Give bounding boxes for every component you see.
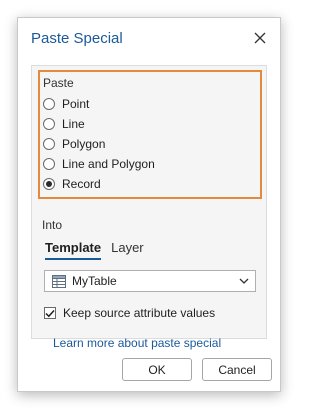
- paste-label: Paste: [43, 76, 74, 90]
- radio-label-line-and-polygon: Line and Polygon: [62, 157, 155, 171]
- radio-label-line: Line: [62, 117, 85, 131]
- radio-button-selected[interactable]: [43, 178, 55, 190]
- keep-attributes-option[interactable]: Keep source attribute values: [44, 306, 215, 320]
- dialog-title: Paste Special: [31, 30, 123, 47]
- keep-attributes-label: Keep source attribute values: [63, 306, 216, 320]
- radio-polygon[interactable]: Polygon: [43, 136, 105, 152]
- radio-button[interactable]: [43, 138, 55, 150]
- dialog-body: Paste Point Line Polygon Line and Polygo…: [31, 65, 267, 350]
- chevron-down-icon: [239, 278, 249, 284]
- table-icon: [52, 274, 66, 288]
- radio-button[interactable]: [43, 158, 55, 170]
- radio-record[interactable]: Record: [43, 176, 101, 192]
- radio-line-and-polygon[interactable]: Line and Polygon: [43, 156, 155, 172]
- radio-label-record: Record: [62, 177, 101, 191]
- close-button[interactable]: [250, 28, 270, 48]
- radio-button[interactable]: [43, 98, 55, 110]
- into-label: Into: [42, 218, 63, 232]
- radio-button[interactable]: [43, 118, 55, 130]
- close-icon: [254, 32, 266, 44]
- table-select-value: MyTable: [72, 274, 117, 288]
- radio-label-point: Point: [62, 97, 90, 111]
- learn-more-link[interactable]: Learn more about paste special: [53, 336, 221, 350]
- keep-attributes-checkbox[interactable]: [44, 307, 56, 319]
- into-tabs: Template Layer: [45, 240, 154, 260]
- tab-template[interactable]: Template: [45, 240, 102, 260]
- cancel-button[interactable]: Cancel: [202, 358, 272, 381]
- paste-options-group: Paste Point Line Polygon Line and Polygo…: [38, 70, 262, 199]
- checkmark-icon: [45, 309, 55, 317]
- tab-layer[interactable]: Layer: [111, 240, 144, 260]
- table-select[interactable]: MyTable: [44, 270, 256, 292]
- ok-button[interactable]: OK: [122, 358, 192, 381]
- radio-label-polygon: Polygon: [62, 137, 106, 151]
- radio-line[interactable]: Line: [43, 116, 85, 132]
- radio-point[interactable]: Point: [43, 96, 89, 112]
- paste-special-dialog: Paste Special Paste Point Line Polygon L…: [17, 17, 281, 392]
